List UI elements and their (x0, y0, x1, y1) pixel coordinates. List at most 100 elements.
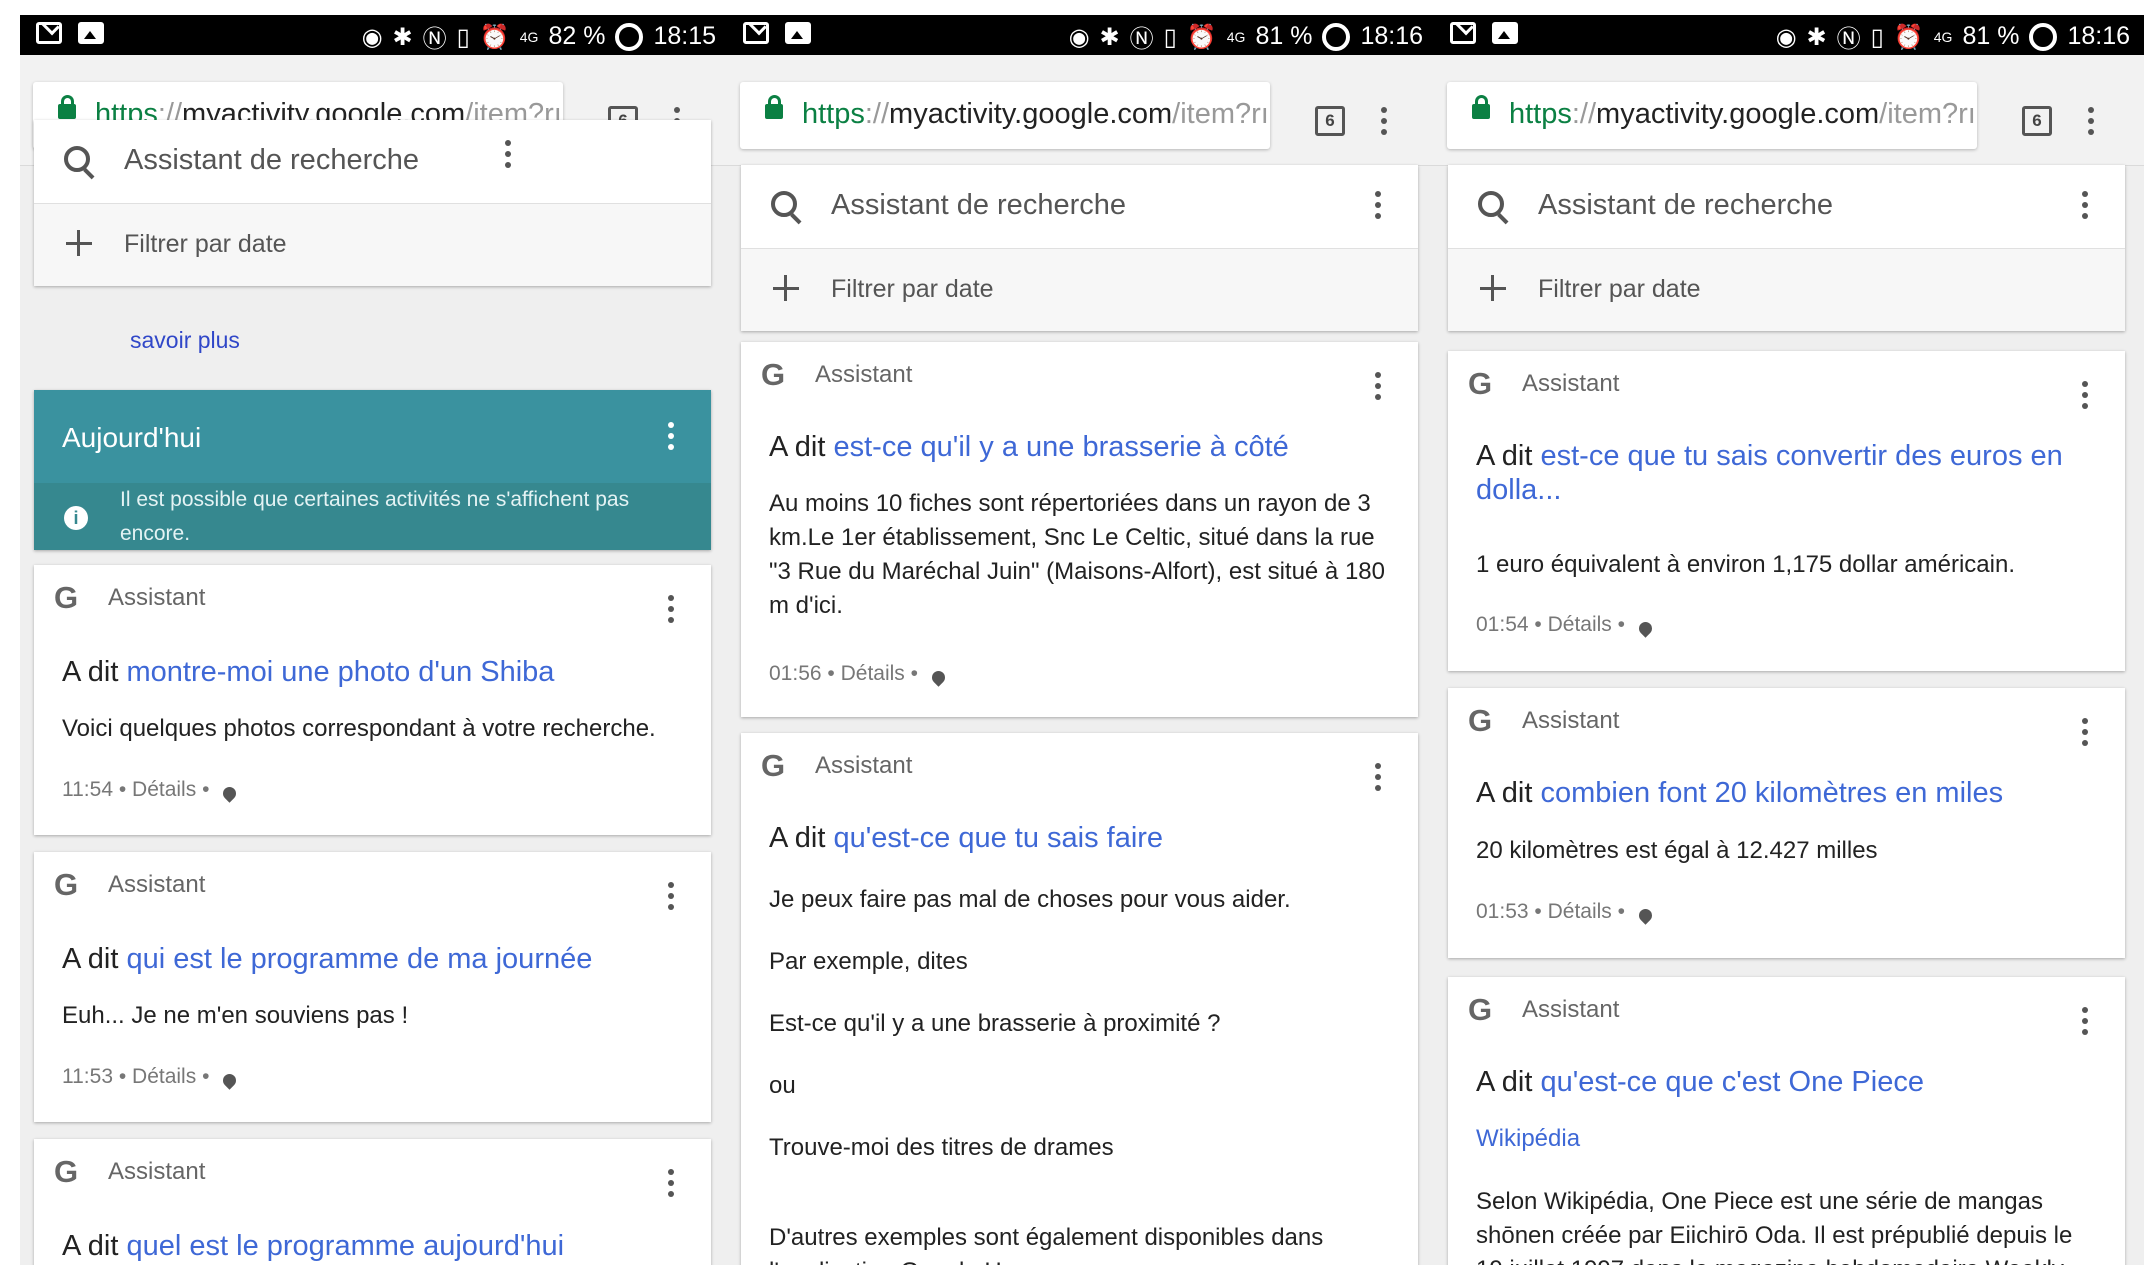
tab-switcher-button[interactable]: 6 (2022, 106, 2052, 136)
card-menu-icon[interactable] (1375, 763, 1381, 796)
card-menu-icon[interactable] (668, 595, 674, 628)
query-link[interactable]: qu'est-ce que tu sais faire (834, 822, 1164, 854)
query-link[interactable]: qui est le programme de ma journée (127, 943, 593, 975)
info-icon: i (64, 506, 88, 530)
query-link[interactable]: qu'est-ce que c'est One Piece (1541, 1066, 1924, 1098)
alarm-icon: ⏰ (479, 22, 510, 51)
bluetooth-icon: ✱ (1099, 22, 1120, 51)
image-icon (78, 22, 104, 44)
google-g-icon: G (761, 748, 786, 783)
said-line: A dit montre-moi une photo d'un Shiba (62, 655, 687, 689)
details-link[interactable]: Détails (841, 662, 905, 685)
google-g-icon: G (1468, 992, 1493, 1027)
url-scheme: https (1509, 98, 1572, 130)
google-g-icon: G (54, 867, 79, 902)
battery-level: 81 % (1962, 22, 2020, 50)
filter-row[interactable]: Filtrer par date (741, 249, 1418, 331)
lock-icon (1472, 95, 1490, 119)
search-menu-icon[interactable] (505, 140, 511, 173)
card-menu-icon[interactable] (1375, 372, 1381, 405)
url-field[interactable]: https://myactivity.google.com/item?rı (740, 82, 1270, 149)
browser-toolbar: https://myactivity.google.com/item?rı 6 (727, 55, 1437, 166)
learn-more-link[interactable]: savoir plus (130, 327, 240, 354)
search-row[interactable]: Assistant de recherche (1448, 165, 2125, 249)
today-menu-icon[interactable] (668, 422, 674, 455)
activity-card: G Assistant A dit quel est le programme a… (34, 1139, 711, 1265)
location-pin-icon[interactable] (220, 1071, 240, 1090)
said-line: A dit qu'est-ce que c'est One Piece (1476, 1065, 2101, 1099)
browser-menu-icon[interactable] (2088, 107, 2094, 140)
details-link[interactable]: Détails (1548, 900, 1612, 923)
said-prefix: A dit (62, 943, 119, 975)
mail-icon (36, 22, 62, 44)
said-prefix: A dit (1476, 440, 1533, 472)
card-menu-icon[interactable] (668, 1169, 674, 1202)
activity-card: G Assistant A dit qui est le programme de… (34, 852, 711, 1122)
filter-by-date-label[interactable]: Filtrer par date (124, 230, 287, 259)
url-field[interactable]: https://myactivity.google.com/item?rı (1447, 82, 1977, 149)
search-icon (1478, 191, 1504, 217)
filter-row[interactable]: Filtrer par date (1448, 249, 2125, 331)
card-menu-icon[interactable] (668, 882, 674, 915)
battery-ring-icon (2029, 22, 2058, 51)
activity-card: G Assistant A dit montre-moi une photo d'… (34, 565, 711, 835)
screen-3: ◉ ✱ Ⓝ ▯ ⏰ 4G 81 % 18:16 https://myactivi… (1434, 15, 2144, 1265)
browser-menu-icon[interactable] (1381, 107, 1387, 140)
alarm-icon: ⏰ (1893, 22, 1924, 51)
query-link[interactable]: est-ce que tu sais convertir des euros e… (1476, 440, 2063, 506)
card-menu-icon[interactable] (2082, 718, 2088, 751)
card-menu-icon[interactable] (2082, 1007, 2088, 1040)
card-menu-icon[interactable] (2082, 381, 2088, 414)
query-link[interactable]: est-ce qu'il y a une brasserie à côté (834, 431, 1289, 463)
filter-row[interactable]: Filtrer par date (34, 204, 711, 286)
filter-by-date-label[interactable]: Filtrer par date (831, 275, 994, 304)
said-prefix: A dit (62, 1230, 119, 1262)
details-link[interactable]: Détails (1548, 613, 1612, 636)
today-note: i Il est possible que certaines activité… (34, 483, 711, 550)
search-menu-icon[interactable] (1375, 191, 1381, 224)
search-row[interactable]: Assistant de recherche (741, 165, 1418, 249)
card-source: Assistant (1522, 996, 1620, 1023)
screen-1: ◉ ✱ Ⓝ ▯ ⏰ 4G 82 % 18:15 https://myactivi… (20, 15, 730, 1265)
card-header: G Assistant (1468, 992, 1619, 1028)
search-menu-icon[interactable] (2082, 191, 2088, 224)
details-link[interactable]: Détails (132, 1065, 196, 1088)
url-host: myactivity.google.com (889, 98, 1173, 130)
location-pin-icon[interactable] (220, 784, 240, 803)
clock: 18:16 (1360, 22, 1423, 50)
query-link[interactable]: quel est le programme aujourd'hui (127, 1230, 565, 1262)
said-line: A dit combien font 20 kilomètres en mile… (1476, 776, 2101, 810)
location-pin-icon[interactable] (929, 668, 948, 687)
location-pin-icon[interactable] (1636, 619, 1655, 638)
search-input[interactable]: Assistant de recherche (831, 189, 1126, 222)
response-text: 20 kilomètres est égal à 12.427 milles (1476, 837, 1878, 864)
search-input[interactable]: Assistant de recherche (124, 144, 419, 177)
card-header: G Assistant (54, 580, 205, 616)
search-card: Assistant de recherche Filtrer par date (1448, 165, 2125, 331)
battery-ring-icon (1322, 22, 1351, 51)
hotspot-icon: ◉ (361, 22, 383, 51)
response-line: ou (769, 1072, 796, 1099)
tab-switcher-button[interactable]: 6 (1315, 106, 1345, 136)
wikipedia-link[interactable]: Wikipédia (1476, 1125, 1580, 1153)
card-header: G Assistant (54, 1154, 205, 1190)
status-bar: ◉ ✱ Ⓝ ▯ ⏰ 4G 81 % 18:16 (727, 15, 1437, 55)
query-link[interactable]: montre-moi une photo d'un Shiba (127, 656, 555, 688)
activity-card: G Assistant A dit qu'est-ce que tu sais f… (741, 733, 1418, 1265)
query-link[interactable]: combien font 20 kilomètres en miles (1541, 777, 2004, 809)
search-input[interactable]: Assistant de recherche (1538, 189, 1833, 222)
search-card: Assistant de recherche Filtrer par date (34, 120, 711, 286)
today-section-header: Aujourd'hui i Il est possible que certai… (34, 390, 711, 550)
battery-level: 82 % (548, 22, 606, 50)
said-prefix: A dit (769, 822, 826, 854)
filter-by-date-label[interactable]: Filtrer par date (1538, 275, 1701, 304)
search-row[interactable]: Assistant de recherche (34, 120, 711, 204)
4g-signal-icon: 4G (1226, 28, 1246, 45)
details-link[interactable]: Détails (132, 778, 196, 801)
activity-card: G Assistant A dit combien font 20 kilomèt… (1448, 688, 2125, 958)
location-pin-icon[interactable] (1636, 906, 1655, 925)
said-line: A dit qui est le programme de ma journée (62, 942, 687, 976)
said-line: A dit est-ce que tu sais convertir des e… (1476, 439, 2101, 507)
url-separator: :// (1571, 98, 1597, 130)
response-text: 1 euro équivalent à environ 1,175 dollar… (1476, 551, 2016, 578)
